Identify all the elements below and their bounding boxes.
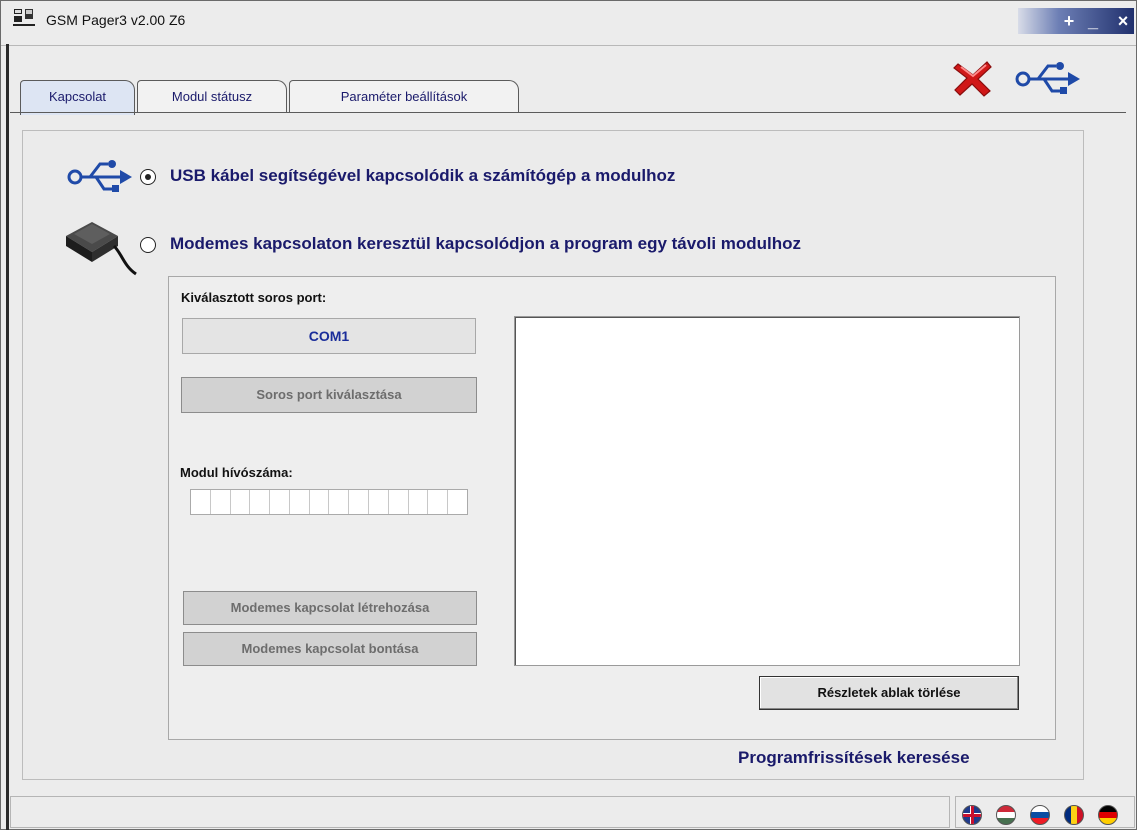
digit-slot[interactable] bbox=[369, 490, 389, 514]
modem-connect-button[interactable]: Modemes kapcsolat létrehozása bbox=[183, 591, 477, 625]
check-updates-link[interactable]: Programfrissítések keresése bbox=[738, 748, 970, 768]
window-title: GSM Pager3 v2.00 Z6 bbox=[46, 12, 186, 28]
serial-port-value: COM1 bbox=[182, 318, 476, 354]
digit-slot[interactable] bbox=[409, 490, 429, 514]
tab-kapcsolat[interactable]: Kapcsolat bbox=[20, 80, 135, 115]
app-icon bbox=[12, 6, 36, 30]
serial-port-label: Kiválasztott soros port: bbox=[181, 290, 327, 305]
tab-parameter-beallitasok[interactable]: Paraméter beállítások bbox=[289, 80, 519, 113]
modem-device-icon bbox=[62, 214, 140, 280]
digit-slot[interactable] bbox=[290, 490, 310, 514]
tab-modul-statusz[interactable]: Modul státusz bbox=[137, 80, 287, 113]
usb-icon[interactable] bbox=[1014, 58, 1084, 100]
digit-slot[interactable] bbox=[191, 490, 211, 514]
flag-ro-icon[interactable] bbox=[1064, 805, 1084, 825]
disconnect-x-icon[interactable] bbox=[952, 58, 994, 98]
close-button[interactable]: × bbox=[1112, 8, 1134, 34]
phone-number-label: Modul hívószáma: bbox=[180, 465, 293, 480]
digit-slot[interactable] bbox=[349, 490, 370, 514]
digit-slot[interactable] bbox=[389, 490, 409, 514]
digit-slot[interactable] bbox=[428, 490, 449, 514]
usb-option-label[interactable]: USB kábel segítségével kapcsolódik a szá… bbox=[170, 166, 675, 186]
modem-radio[interactable] bbox=[140, 237, 156, 253]
digit-slot[interactable] bbox=[270, 490, 290, 514]
usb-connection-icon bbox=[66, 156, 136, 196]
details-log-area[interactable] bbox=[514, 316, 1020, 666]
window-controls: + _ × bbox=[1018, 8, 1134, 34]
digit-slot[interactable] bbox=[250, 490, 271, 514]
select-serial-port-button[interactable]: Soros port kiválasztása bbox=[181, 377, 477, 413]
digit-slot[interactable] bbox=[329, 490, 350, 514]
clear-details-button[interactable]: Részletek ablak törlése bbox=[759, 676, 1019, 710]
phone-number-input[interactable] bbox=[190, 489, 468, 515]
minimize-button[interactable]: + bbox=[1056, 8, 1082, 34]
modem-option-label[interactable]: Modemes kapcsolaton keresztül kapcsolódj… bbox=[170, 234, 801, 254]
flag-de-icon[interactable] bbox=[1098, 805, 1118, 825]
window-left-edge bbox=[6, 44, 9, 830]
modem-disconnect-button[interactable]: Modemes kapcsolat bontása bbox=[183, 632, 477, 666]
digit-slot[interactable] bbox=[231, 490, 251, 514]
restore-button[interactable]: _ bbox=[1080, 8, 1106, 34]
flag-en-icon[interactable] bbox=[962, 805, 982, 825]
tab-divider bbox=[10, 112, 1126, 113]
usb-radio[interactable] bbox=[140, 169, 156, 185]
digit-slot[interactable] bbox=[211, 490, 231, 514]
flag-sk-icon[interactable] bbox=[1030, 805, 1050, 825]
flag-hu-icon[interactable] bbox=[996, 805, 1016, 825]
status-bar bbox=[10, 796, 950, 828]
digit-slot[interactable] bbox=[310, 490, 330, 514]
language-bar bbox=[955, 796, 1135, 828]
digit-slot[interactable] bbox=[448, 490, 467, 514]
